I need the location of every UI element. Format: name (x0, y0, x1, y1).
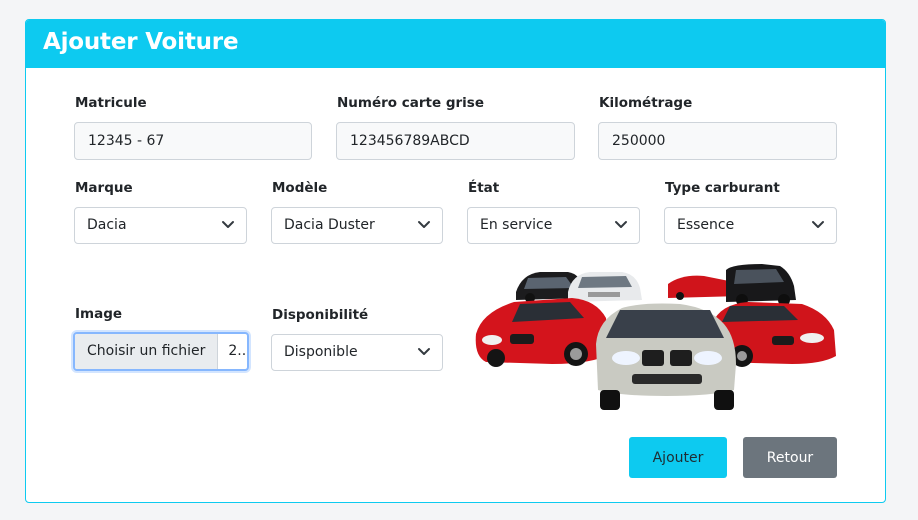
page-title: Ajouter Voiture (43, 29, 239, 55)
carburant-label: Type carburant (665, 180, 780, 196)
kilometrage-label: Kilométrage (599, 95, 693, 111)
disponibilite-select[interactable]: Disponible (271, 334, 443, 371)
image-label: Image (75, 306, 123, 322)
choose-file-button[interactable]: Choisir un fichier (75, 334, 219, 369)
carburant-select[interactable]: Essence (664, 207, 837, 244)
chevron-down-icon (615, 221, 627, 228)
marque-select-value: Dacia (87, 217, 127, 233)
modele-label: Modèle (272, 180, 328, 196)
disponibilite-select-value: Disponible (284, 344, 358, 360)
kilometrage-input[interactable] (598, 122, 837, 160)
image-file-input[interactable]: Choisir un fichier 2... (73, 332, 249, 371)
modele-select-value: Dacia Duster (284, 217, 375, 233)
marque-select[interactable]: Dacia (74, 207, 247, 244)
chevron-down-icon (222, 221, 234, 228)
card-header: Ajouter Voiture (26, 20, 885, 68)
car-white-back (568, 272, 642, 302)
marque-label: Marque (75, 180, 133, 196)
add-button[interactable]: Ajouter (629, 437, 727, 478)
etat-select-value: En service (480, 217, 553, 233)
modele-select[interactable]: Dacia Duster (271, 207, 443, 244)
car-red-left (475, 298, 610, 367)
cars-illustration (475, 264, 836, 410)
matricule-input[interactable] (74, 122, 312, 160)
carburant-select-value: Essence (677, 217, 735, 233)
disponibilite-label: Disponibilité (272, 307, 369, 323)
car-silver-front (596, 303, 736, 410)
carte-grise-input[interactable] (336, 122, 575, 160)
add-car-card: Ajouter Voiture Matricule Numéro carte g… (25, 19, 886, 503)
etat-select[interactable]: En service (467, 207, 640, 244)
etat-label: État (468, 180, 500, 196)
matricule-label: Matricule (75, 95, 147, 111)
car-black-right (726, 264, 796, 306)
chevron-down-icon (418, 221, 430, 228)
carte-grise-label: Numéro carte grise (337, 95, 484, 111)
chevron-down-icon (812, 221, 824, 228)
back-button[interactable]: Retour (743, 437, 837, 478)
file-name: 2... (228, 343, 247, 359)
chevron-down-icon (418, 348, 430, 355)
